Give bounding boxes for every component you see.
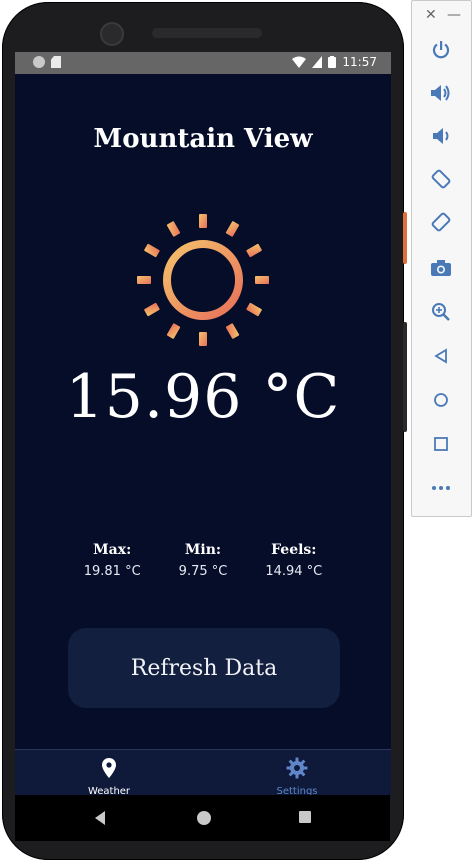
volume-down-icon[interactable] (426, 121, 456, 151)
minimize-icon[interactable]: — (447, 7, 461, 23)
more-icon[interactable] (426, 473, 456, 503)
emulator-toolbar: ✕ — (411, 0, 472, 517)
temperature-value: 15.96 °C (65, 362, 341, 432)
weather-stats: Max: 19.81 °C Min: 9.75 °C Feels: 14.94 … (15, 542, 391, 579)
sd-card-icon (51, 56, 61, 68)
earpiece-speaker (152, 28, 262, 38)
stat-max: Max: 19.81 °C (84, 542, 141, 579)
rotate-left-icon[interactable] (426, 164, 456, 194)
stat-min-label: Min: (184, 542, 222, 558)
stat-feels-label: Feels: (271, 542, 317, 558)
overview-icon[interactable] (426, 429, 456, 459)
side-button-volume (403, 322, 407, 432)
side-button-accent (403, 212, 407, 264)
bottom-navigation: Weather Settings (15, 749, 391, 800)
system-recents-icon[interactable] (299, 811, 311, 823)
status-time: 11:57 (342, 55, 377, 69)
volume-up-icon[interactable] (426, 78, 456, 108)
back-icon[interactable] (426, 341, 456, 371)
stat-min: Min: 9.75 °C (179, 542, 228, 579)
system-back-icon[interactable] (95, 811, 105, 825)
cell-signal-icon (312, 56, 323, 68)
camera-icon[interactable] (426, 253, 456, 283)
notification-dot-icon (33, 56, 45, 68)
city-title: Mountain View (93, 124, 313, 154)
sun-icon (137, 214, 269, 346)
stat-max-label: Max: (93, 542, 132, 558)
stat-min-value: 9.75 °C (178, 564, 228, 579)
nav-item-settings[interactable]: Settings (203, 750, 391, 800)
power-icon[interactable] (426, 35, 456, 65)
rotate-right-icon[interactable] (426, 207, 456, 237)
system-home-icon[interactable] (197, 811, 211, 825)
stat-feels-value: 14.94 °C (265, 564, 323, 579)
location-pin-icon (102, 758, 116, 778)
phone-frame: 11:57 Mountain View 15.96 °C Max: 19.81 … (2, 2, 407, 860)
refresh-data-button[interactable]: Refresh Data (68, 628, 340, 708)
front-camera (100, 22, 124, 46)
gear-icon (286, 757, 308, 779)
battery-icon (328, 56, 337, 68)
phone-top-bezel (2, 2, 404, 52)
app-screen: 11:57 Mountain View 15.96 °C Max: 19.81 … (15, 52, 391, 800)
nav-item-weather[interactable]: Weather (15, 750, 203, 800)
close-icon[interactable]: ✕ (425, 7, 437, 23)
zoom-icon[interactable] (426, 297, 456, 327)
stat-feels: Feels: 14.94 °C (265, 542, 322, 579)
wifi-icon (292, 56, 307, 68)
stat-max-value: 19.81 °C (83, 564, 141, 579)
status-bar: 11:57 (15, 52, 391, 74)
system-navigation-bar (15, 795, 390, 841)
home-icon[interactable] (426, 385, 456, 415)
